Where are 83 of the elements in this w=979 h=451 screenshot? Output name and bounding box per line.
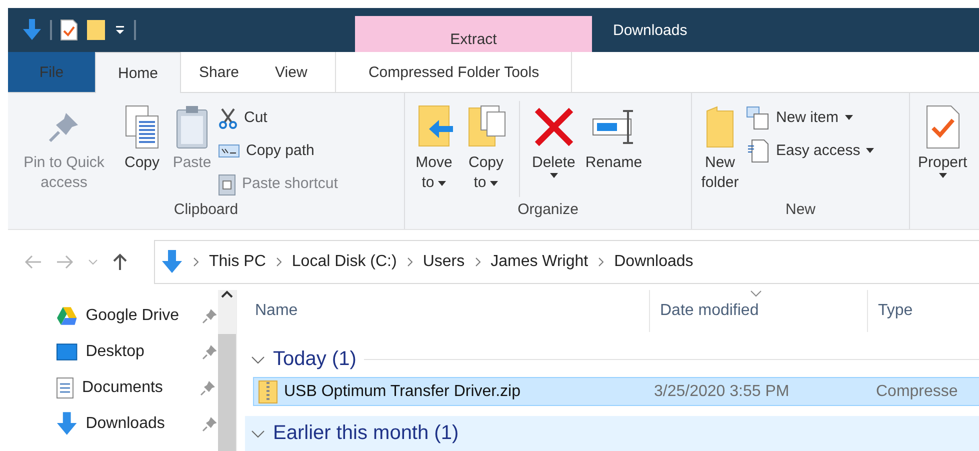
down-arrow-icon bbox=[56, 412, 78, 436]
ribbon-button[interactable]: Cut bbox=[218, 103, 338, 132]
nav-item[interactable]: Google Drive bbox=[56, 298, 218, 334]
address-bar[interactable]: This PC Local Disk (C:) Users James Wright Downloads bbox=[154, 240, 979, 284]
forward-icon bbox=[56, 255, 74, 269]
ribbon-button[interactable]: New item bbox=[746, 103, 874, 132]
chevron-right-icon bbox=[406, 257, 413, 267]
date-cell: 3/25/2020 3:55 PM bbox=[654, 382, 790, 401]
document-icon bbox=[746, 138, 770, 164]
pin-icon bbox=[202, 308, 218, 324]
breadcrumb-item[interactable]: Local Disk (C:) bbox=[292, 253, 397, 271]
nav-item[interactable]: Documents bbox=[56, 370, 218, 406]
back-icon bbox=[24, 255, 42, 269]
column-header[interactable]: Date modified bbox=[649, 290, 867, 332]
ribbon-tab[interactable]: Home bbox=[95, 52, 181, 93]
chevron-right-icon bbox=[474, 257, 481, 267]
document-icon bbox=[56, 377, 74, 399]
delete-icon bbox=[532, 106, 575, 148]
nav-item[interactable]: Desktop bbox=[56, 334, 218, 370]
file-name: USB Optimum Transfer Driver.zip bbox=[284, 382, 520, 401]
pin-icon bbox=[200, 380, 216, 396]
down-arrow-icon bbox=[161, 250, 183, 274]
ribbon-button[interactable]: Copy to bbox=[461, 101, 511, 193]
scrollbar[interactable] bbox=[218, 290, 236, 451]
breadcrumb-item[interactable]: James Wright bbox=[490, 253, 588, 271]
pin-icon bbox=[202, 416, 218, 432]
shortcut-icon bbox=[218, 172, 236, 196]
column-header[interactable]: Type bbox=[867, 290, 979, 332]
drive-icon bbox=[56, 306, 78, 326]
scissors-icon bbox=[218, 106, 238, 128]
group-label: Organize bbox=[516, 201, 580, 220]
ribbon-button[interactable]: Propert bbox=[914, 101, 972, 178]
properties-icon bbox=[924, 104, 961, 150]
up-icon bbox=[112, 253, 128, 271]
file-row[interactable]: USB Optimum Transfer Driver.zip 3/25/2020 3:55 PM Compresse bbox=[253, 377, 979, 406]
column-header[interactable]: Name bbox=[245, 290, 649, 332]
window-title: Downloads bbox=[612, 20, 688, 40]
ribbon-button[interactable]: Easy access bbox=[746, 136, 874, 165]
breadcrumb-item[interactable]: Users bbox=[422, 253, 465, 271]
ribbon-button[interactable]: Rename bbox=[581, 101, 646, 173]
ribbon-button[interactable]: New folder bbox=[696, 101, 744, 193]
breadcrumb-item[interactable]: Downloads bbox=[614, 253, 694, 271]
ribbon-button[interactable]: Copy bbox=[118, 101, 166, 173]
group-label: New bbox=[784, 201, 816, 220]
chevron-down-icon bbox=[251, 430, 265, 438]
chevron-right-icon bbox=[598, 257, 604, 267]
pin-icon bbox=[202, 344, 218, 360]
dropdown-icon bbox=[114, 24, 126, 36]
zip-folder-icon bbox=[258, 380, 278, 404]
breadcrumb-item[interactable]: This PC bbox=[209, 253, 266, 271]
sort-icon bbox=[750, 290, 762, 297]
new-item-icon bbox=[746, 106, 770, 130]
nav-item[interactable]: Downloads bbox=[56, 406, 218, 442]
monitor-icon bbox=[56, 343, 78, 361]
caret-icon bbox=[866, 148, 874, 153]
ribbon-button[interactable]: Copy path bbox=[218, 136, 338, 165]
clipboard-icon bbox=[175, 104, 209, 150]
chevron-down-icon bbox=[251, 356, 265, 364]
caret-icon bbox=[938, 173, 947, 178]
caret-icon bbox=[844, 115, 853, 120]
chevron-right-icon bbox=[193, 257, 199, 267]
context-tab-title: Extract bbox=[355, 16, 592, 52]
chevron-up-icon bbox=[221, 290, 233, 298]
group-label: Clipboard bbox=[172, 201, 240, 220]
ribbon-tab[interactable]: Share bbox=[181, 52, 258, 92]
scrollbar-thumb[interactable] bbox=[218, 334, 236, 451]
ribbon-button[interactable]: Delete bbox=[528, 101, 580, 178]
folder-icon bbox=[86, 19, 106, 41]
group-header[interactable]: Today (1) bbox=[245, 342, 979, 378]
ribbon-tab[interactable]: View bbox=[257, 52, 326, 92]
chevron-down-icon bbox=[88, 259, 98, 265]
path-icon bbox=[218, 144, 240, 158]
folder-icon bbox=[705, 105, 735, 149]
ribbon-tab[interactable]: Compressed Folder Tools bbox=[335, 52, 572, 92]
caret-icon bbox=[490, 180, 498, 186]
caret-icon bbox=[438, 180, 446, 186]
chevron-right-icon bbox=[276, 257, 282, 267]
down-arrow-icon bbox=[22, 19, 42, 41]
group-header[interactable]: Earlier this month (1) bbox=[245, 416, 979, 451]
caret-icon bbox=[550, 173, 558, 178]
checklist-icon bbox=[60, 19, 78, 41]
ribbon-button[interactable]: Move to bbox=[409, 101, 459, 193]
type-cell: Compresse bbox=[876, 382, 958, 401]
